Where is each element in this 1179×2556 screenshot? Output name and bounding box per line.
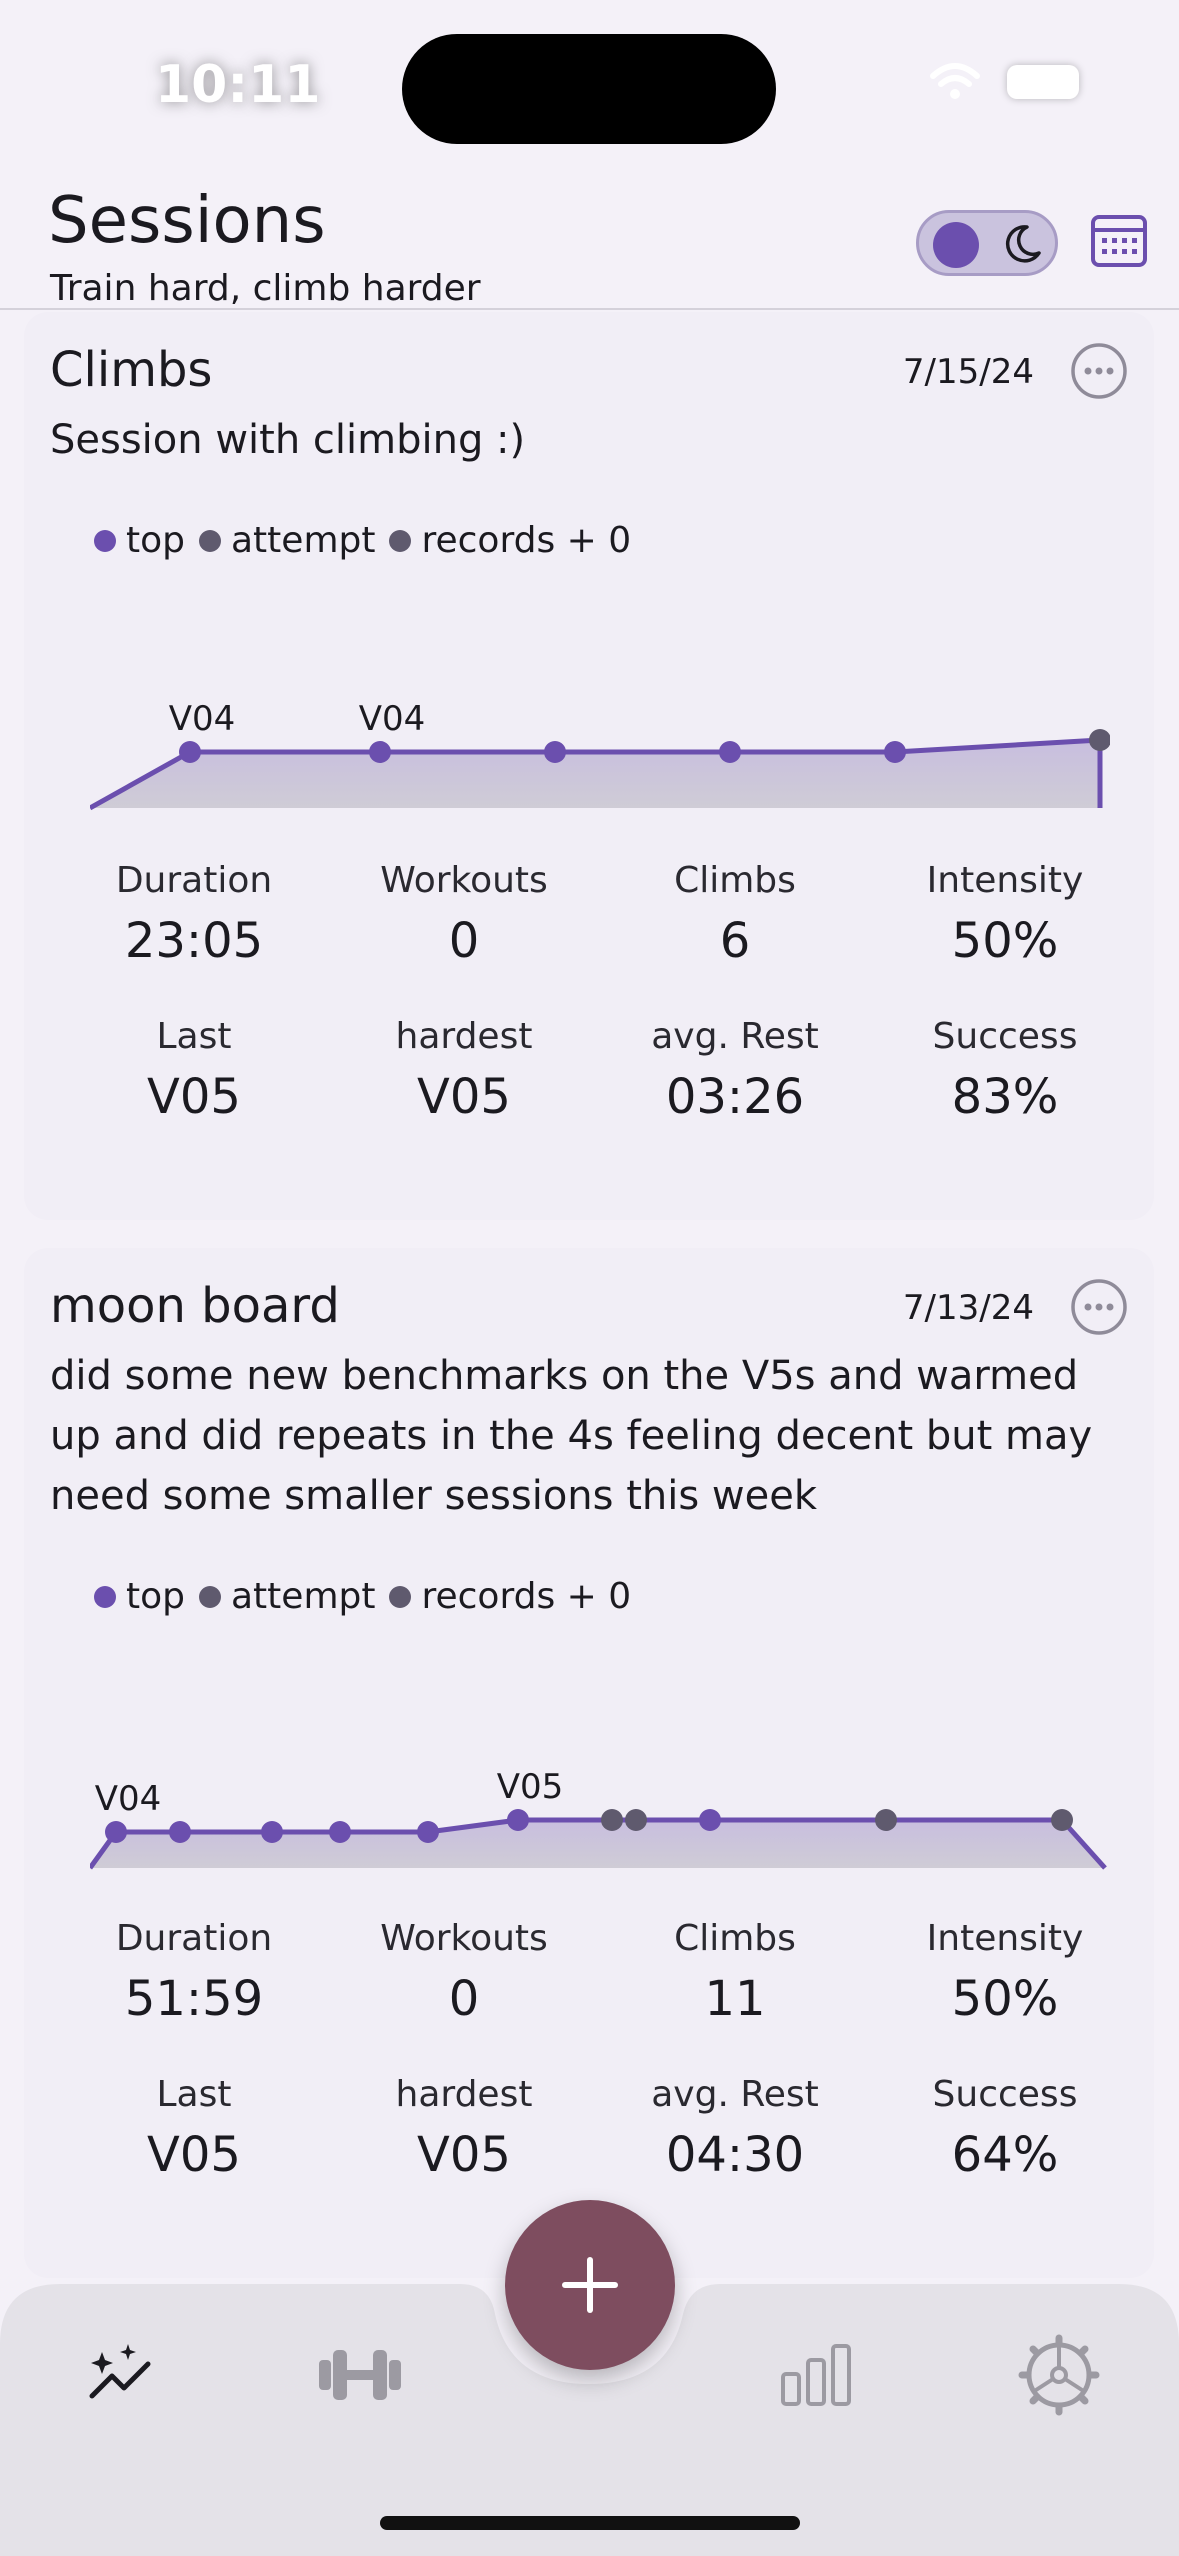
top-point bbox=[507, 1809, 529, 1831]
stat-avg-rest: avg. Rest 04:30 bbox=[651, 2074, 819, 2183]
top-point bbox=[699, 1809, 721, 1831]
status-time: 10:11 bbox=[155, 55, 321, 115]
top-point bbox=[169, 1821, 191, 1843]
battery-icon bbox=[1007, 65, 1079, 99]
settings-gear-icon bbox=[1018, 2334, 1100, 2416]
session-date: 7/13/24 bbox=[902, 1288, 1034, 1328]
session-date: 7/15/24 bbox=[902, 352, 1034, 392]
dumbbell-icon bbox=[319, 2350, 401, 2400]
more-options-button[interactable] bbox=[1070, 1278, 1128, 1336]
tab-settings[interactable] bbox=[1014, 2330, 1104, 2420]
point-grade-label: V04 bbox=[95, 1779, 162, 1819]
point-grade-label: V04 bbox=[359, 699, 426, 739]
stat-workouts: Workouts 0 bbox=[380, 1918, 548, 2027]
legend-records: records + 0 bbox=[389, 520, 631, 561]
tab-sessions[interactable] bbox=[76, 2330, 166, 2420]
session-description: did some new benchmarks on the V5s and w… bbox=[50, 1353, 1093, 1519]
attempt-point bbox=[1089, 729, 1110, 751]
top-point bbox=[719, 741, 741, 763]
session-chart: V04 V04 bbox=[90, 699, 1110, 811]
stat-success: Success 64% bbox=[932, 2074, 1078, 2183]
session-card[interactable]: moon board 7/13/24 did some new benchmar… bbox=[24, 1248, 1154, 2278]
top-point bbox=[369, 741, 391, 763]
dynamic-island bbox=[402, 34, 776, 144]
top-point bbox=[261, 1821, 283, 1843]
stat-last: Last V05 bbox=[147, 2074, 241, 2183]
attempt-point bbox=[601, 1809, 623, 1831]
attempt-point bbox=[625, 1809, 647, 1831]
sparkle-chart-icon bbox=[89, 2344, 151, 2399]
dark-mode-toggle[interactable] bbox=[916, 210, 1058, 276]
top-point bbox=[417, 1821, 439, 1843]
chart-legend: top attempt records + 0 bbox=[94, 1576, 645, 1617]
status-bar: 10:11 bbox=[0, 0, 1179, 160]
legend-attempt: attempt bbox=[199, 1576, 375, 1617]
top-point bbox=[329, 1821, 351, 1843]
page-subtitle: Train hard, climb harder bbox=[50, 268, 481, 309]
top-point bbox=[884, 741, 906, 763]
point-grade-label: V04 bbox=[169, 699, 236, 739]
stat-intensity: Intensity 50% bbox=[926, 1918, 1084, 2027]
tab-workouts[interactable] bbox=[315, 2330, 405, 2420]
point-grade-label: V05 bbox=[497, 1767, 564, 1807]
page-title: Sessions bbox=[48, 184, 326, 258]
chart-area bbox=[90, 1820, 1105, 1868]
stat-hardest: hardest V05 bbox=[395, 1016, 533, 1125]
legend-attempt: attempt bbox=[199, 520, 375, 561]
top-point bbox=[179, 741, 201, 763]
more-options-button[interactable] bbox=[1070, 342, 1128, 400]
stat-avg-rest: avg. Rest 03:26 bbox=[651, 1016, 819, 1125]
stat-workouts: Workouts 0 bbox=[380, 860, 548, 969]
tab-stats[interactable] bbox=[771, 2330, 861, 2420]
stat-climbs: Climbs 6 bbox=[674, 860, 796, 969]
stat-climbs: Climbs 11 bbox=[674, 1918, 796, 2027]
attempt-point bbox=[875, 1809, 897, 1831]
top-point bbox=[105, 1821, 127, 1843]
attempt-point bbox=[1051, 1809, 1073, 1831]
add-session-button[interactable] bbox=[505, 2200, 675, 2370]
session-title: moon board bbox=[50, 1278, 340, 1334]
stat-intensity: Intensity 50% bbox=[926, 860, 1084, 969]
calendar-button[interactable] bbox=[1090, 212, 1148, 270]
chart-legend: top attempt records + 0 bbox=[94, 520, 645, 561]
status-icons bbox=[929, 62, 1079, 102]
legend-top: top bbox=[94, 1576, 185, 1617]
session-card[interactable]: Climbs 7/15/24 Session with climbing :) … bbox=[24, 312, 1154, 1220]
add-icon bbox=[562, 2257, 618, 2313]
bar-chart-icon bbox=[781, 2344, 851, 2406]
stat-success: Success 83% bbox=[932, 1016, 1078, 1125]
moon-icon bbox=[1005, 225, 1041, 263]
stat-last: Last V05 bbox=[147, 1016, 241, 1125]
session-chart: V04 V05 bbox=[90, 1767, 1107, 1870]
stat-duration: Duration 23:05 bbox=[115, 860, 273, 969]
toggle-knob bbox=[933, 222, 979, 268]
session-title: Climbs bbox=[50, 342, 213, 398]
stat-duration: Duration 51:59 bbox=[115, 1918, 273, 2027]
home-indicator bbox=[380, 2516, 800, 2530]
top-point bbox=[544, 741, 566, 763]
session-description: Session with climbing :) bbox=[50, 417, 526, 463]
legend-top: top bbox=[94, 520, 185, 561]
page-header: Sessions Train hard, climb harder bbox=[0, 160, 1179, 310]
stat-hardest: hardest V05 bbox=[395, 2074, 533, 2183]
legend-records: records + 0 bbox=[389, 1576, 631, 1617]
wifi-icon bbox=[930, 63, 980, 99]
